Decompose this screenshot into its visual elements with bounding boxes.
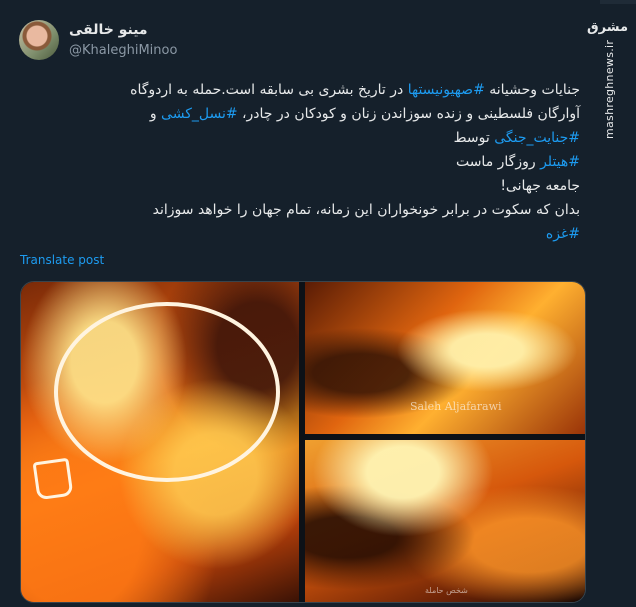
hashtag-link[interactable]: #نسل_کشی bbox=[161, 106, 238, 122]
hashtag-link[interactable]: #جنایت_جنگی bbox=[494, 130, 580, 146]
hashtag-link[interactable]: #صهیونیستها bbox=[408, 82, 485, 98]
tweet-line-3: #جنایت_جنگی توسط bbox=[453, 130, 580, 146]
tent-icon bbox=[32, 457, 74, 501]
tweet-line-7: #غزه bbox=[10, 222, 580, 246]
tweet-card[interactable]: مینو خالقی @KhaleghiMinoo جنایات وحشیانه… bbox=[0, 0, 600, 603]
tweet-line-4: #هیتلر روزگار ماست bbox=[455, 154, 580, 170]
brand-url: mashreghnews.ir bbox=[603, 40, 616, 140]
media-panel-top-right: Saleh Aljafarawi bbox=[305, 282, 585, 434]
tweet-line-1: جنایات وحشیانه #صهیونیستها در تاریخ بشری… bbox=[130, 82, 580, 98]
tweet-line-5: جامعه جهانی! bbox=[500, 178, 580, 194]
media-panel-bottom-right: شخص حاملة bbox=[305, 440, 585, 602]
hashtag-link[interactable]: #هیتلر bbox=[540, 154, 580, 170]
brand-logo: مشرق bbox=[587, 20, 628, 35]
highlight-circle bbox=[54, 302, 280, 482]
author-name[interactable]: مینو خالقی bbox=[69, 22, 148, 38]
avatar[interactable] bbox=[19, 20, 59, 60]
author-handle[interactable]: @KhaleghiMinoo bbox=[69, 43, 177, 58]
hashtag-link[interactable]: #غزه bbox=[546, 226, 580, 242]
media-sub-caption: شخص حاملة bbox=[425, 586, 468, 595]
translate-post-link[interactable]: Translate post bbox=[20, 253, 104, 267]
tweet-line-6: بدان که سکوت در برابر خونخواران این زمان… bbox=[152, 202, 580, 218]
tweet-text: جنایات وحشیانه #صهیونیستها در تاریخ بشری… bbox=[10, 78, 580, 246]
media-panel-left bbox=[21, 282, 299, 602]
media-watermark: Saleh Aljafarawi bbox=[410, 400, 502, 413]
tweet-line-2: آوارگان فلسطینی و زنده سوزاندن زنان و کو… bbox=[149, 106, 580, 122]
media-image[interactable]: Saleh Aljafarawi شخص حاملة bbox=[20, 281, 586, 603]
